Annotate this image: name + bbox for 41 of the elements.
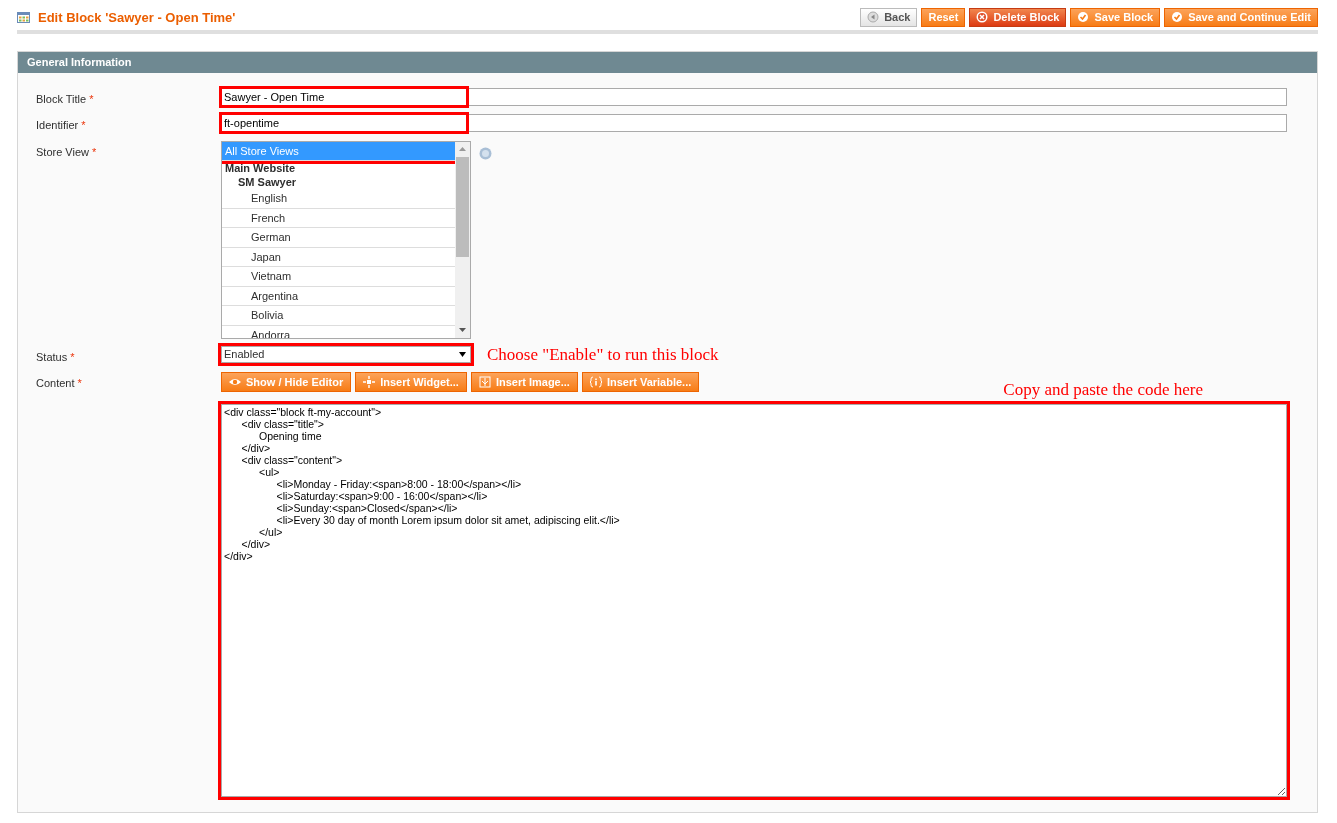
braces-icon [589, 376, 602, 388]
image-icon [478, 376, 491, 388]
list-option[interactable]: Argentina [222, 286, 455, 306]
check-circle-icon [1077, 11, 1090, 23]
dropdown-arrow-icon [459, 351, 466, 357]
content-textarea[interactable]: <div class="block ft-my-account"> <div class="title"> Opening time </div> <div class="content"> <ul> <li>Monday - Friday:<span>8:00 - 18:00</span></li> <li>Saturday:<span>9:00 - 16:00</span></li> <li>Sunday:<span>Closed</span></li> <li>Every 30 day of month Lorem ipsum dolor sit amet, adipiscing elit.</li> </ul> </div> </div> [221, 404, 1287, 797]
delete-icon [976, 11, 989, 23]
field-label: Store View [36, 145, 90, 158]
list-option[interactable]: Japan [222, 247, 455, 267]
widget-icon [363, 376, 376, 388]
required-mark: * [70, 350, 75, 363]
list-option[interactable]: Bolivia [222, 306, 455, 326]
option-group-label: Main Website [224, 161, 297, 175]
field-label: Content [36, 377, 76, 389]
list-option[interactable]: French [222, 208, 455, 228]
required-mark: * [89, 92, 94, 105]
text-field[interactable]: ft-opentime [221, 114, 1287, 132]
required-mark: * [77, 377, 82, 389]
section-header: General Information [18, 52, 1317, 73]
field-label: Status [36, 350, 69, 363]
grid-icon [17, 12, 30, 23]
status-dropdown[interactable]: Enabled [221, 345, 471, 363]
field-label: Identifier [36, 119, 80, 131]
option-group-label: SM Sawyer [237, 175, 298, 189]
eye-icon [229, 376, 241, 388]
scroll-down-icon[interactable] [459, 328, 466, 332]
field-label: Block Title [36, 92, 88, 105]
scrollbar[interactable] [455, 141, 470, 338]
check-circle-icon [1171, 11, 1184, 23]
annotation-text: Choose "Enable" to run this block [487, 345, 719, 363]
page-title: Edit Block 'Sawyer - Open Time' [38, 9, 236, 26]
list-option[interactable]: German [222, 228, 455, 248]
back-button[interactable]: Back [860, 8, 918, 27]
required-mark: * [81, 119, 86, 131]
help-icon[interactable] [479, 146, 492, 160]
text-field[interactable]: Sawyer - Open Time [221, 87, 1287, 106]
scroll-up-icon[interactable] [459, 147, 466, 151]
list-option[interactable]: Vietnam [222, 267, 455, 287]
list-option[interactable]: English [222, 189, 455, 209]
required-mark: * [92, 145, 97, 158]
annotation-text: Copy and paste the code here [1003, 381, 1203, 398]
